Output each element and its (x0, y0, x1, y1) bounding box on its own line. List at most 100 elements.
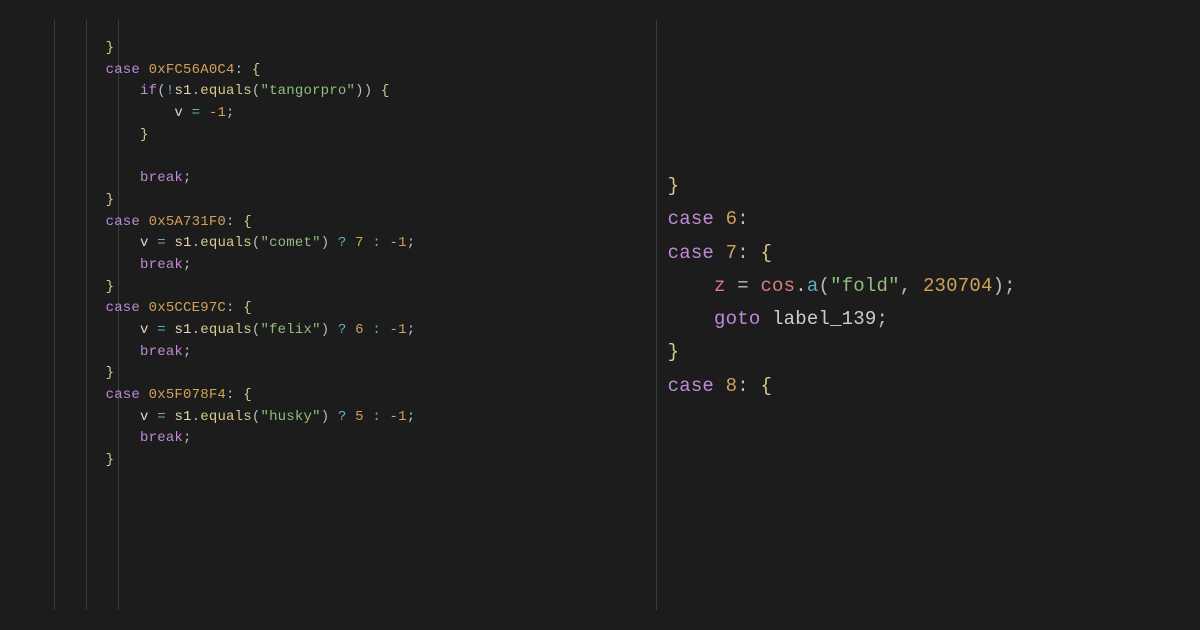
ternary-colon: : (364, 409, 390, 425)
lparen: ( (818, 275, 830, 297)
dot: . (192, 322, 201, 338)
semicolon: ; (183, 257, 192, 273)
keyword-case: case (106, 387, 140, 403)
assign-op: = (149, 235, 175, 251)
brace-close: } (106, 365, 115, 381)
brace-close: } (140, 127, 149, 143)
colon: : (226, 300, 243, 316)
assign-op: = (183, 105, 209, 121)
hex-literal: 0xFC56A0C4 (149, 62, 235, 78)
dot: . (795, 275, 807, 297)
keyword-case: case (668, 208, 714, 230)
number-literal: -1 (390, 235, 407, 251)
var-v: v (140, 235, 149, 251)
method-call: equals (200, 83, 252, 99)
dot: . (192, 83, 201, 99)
semicolon: ; (407, 235, 416, 251)
var-z: z (714, 275, 726, 297)
semicolon: ; (183, 170, 192, 186)
lparen: ( (157, 83, 166, 99)
keyword-case: case (106, 214, 140, 230)
keyword-break: break (140, 344, 183, 360)
semicolon: ; (407, 409, 416, 425)
assign-op: = (149, 409, 175, 425)
number-literal: 5 (355, 409, 364, 425)
method-call: a (807, 275, 819, 297)
number-literal: 7 (355, 235, 364, 251)
left-code-pane: } case 0xFC56A0C4: { if(!s1.equals("tang… (28, 20, 588, 610)
number-literal: -1 (209, 105, 226, 121)
semicolon: ; (876, 308, 888, 330)
keyword-case: case (106, 300, 140, 316)
number-literal: 230704 (923, 275, 993, 297)
rparen: ) (993, 275, 1005, 297)
dot: . (192, 409, 201, 425)
brace-close: } (668, 175, 680, 197)
right-code-pane: } case 6: case 7: { z = cos.a("fold", 23… (588, 20, 1172, 610)
dot: . (192, 235, 201, 251)
identifier: s1 (174, 409, 191, 425)
brace-open: { (381, 83, 390, 99)
keyword-if: if (140, 83, 157, 99)
number-literal: 6 (355, 322, 364, 338)
brace-open: { (243, 214, 252, 230)
semicolon: ; (183, 344, 192, 360)
var-v: v (140, 322, 149, 338)
rparen: ) (321, 235, 330, 251)
string-literal: "fold" (830, 275, 900, 297)
brace-close: } (106, 40, 115, 56)
label-ref: label_139 (772, 308, 876, 330)
identifier: cos (760, 275, 795, 297)
rparen: ) (355, 83, 364, 99)
assign-op: = (149, 322, 175, 338)
colon: : (226, 387, 243, 403)
string-literal: "comet" (260, 235, 320, 251)
method-call: equals (200, 409, 252, 425)
hex-literal: 0x5A731F0 (149, 214, 226, 230)
rparen: ) (364, 83, 373, 99)
colon: : (737, 242, 749, 264)
hex-literal: 0x5CCE97C (149, 300, 226, 316)
identifier: s1 (174, 235, 191, 251)
ternary-q: ? (329, 322, 355, 338)
string-literal: "husky" (260, 409, 320, 425)
comma: , (900, 275, 923, 297)
brace-open: { (243, 300, 252, 316)
brace-close: } (668, 341, 680, 363)
code-right: } case 6: case 7: { z = cos.a("fold", 23… (598, 170, 1172, 403)
brace-close: } (106, 192, 115, 208)
ternary-q: ? (329, 235, 355, 251)
colon: : (737, 375, 749, 397)
ternary-colon: : (364, 322, 390, 338)
number-literal: 6 (726, 208, 738, 230)
number-literal: 8 (726, 375, 738, 397)
number-literal: 7 (726, 242, 738, 264)
keyword-case: case (668, 242, 714, 264)
keyword-goto: goto (714, 308, 760, 330)
keyword-case: case (106, 62, 140, 78)
method-call: equals (200, 235, 252, 251)
string-literal: "tangorpro" (260, 83, 355, 99)
number-literal: -1 (390, 322, 407, 338)
brace-open: { (252, 62, 261, 78)
brace-open: { (243, 387, 252, 403)
rparen: ) (321, 409, 330, 425)
identifier: s1 (174, 322, 191, 338)
identifier: s1 (174, 83, 191, 99)
semicolon: ; (226, 105, 235, 121)
keyword-break: break (140, 257, 183, 273)
string-literal: "felix" (260, 322, 320, 338)
brace-close: } (106, 279, 115, 295)
ternary-colon: : (364, 235, 390, 251)
number-literal: -1 (390, 409, 407, 425)
var-v: v (140, 409, 149, 425)
semicolon: ; (407, 322, 416, 338)
colon: : (737, 208, 749, 230)
semicolon: ; (1004, 275, 1016, 297)
brace-close: } (106, 452, 115, 468)
ternary-q: ? (329, 409, 355, 425)
keyword-break: break (140, 430, 183, 446)
keyword-case: case (668, 375, 714, 397)
keyword-break: break (140, 170, 183, 186)
assign-op: = (726, 275, 761, 297)
